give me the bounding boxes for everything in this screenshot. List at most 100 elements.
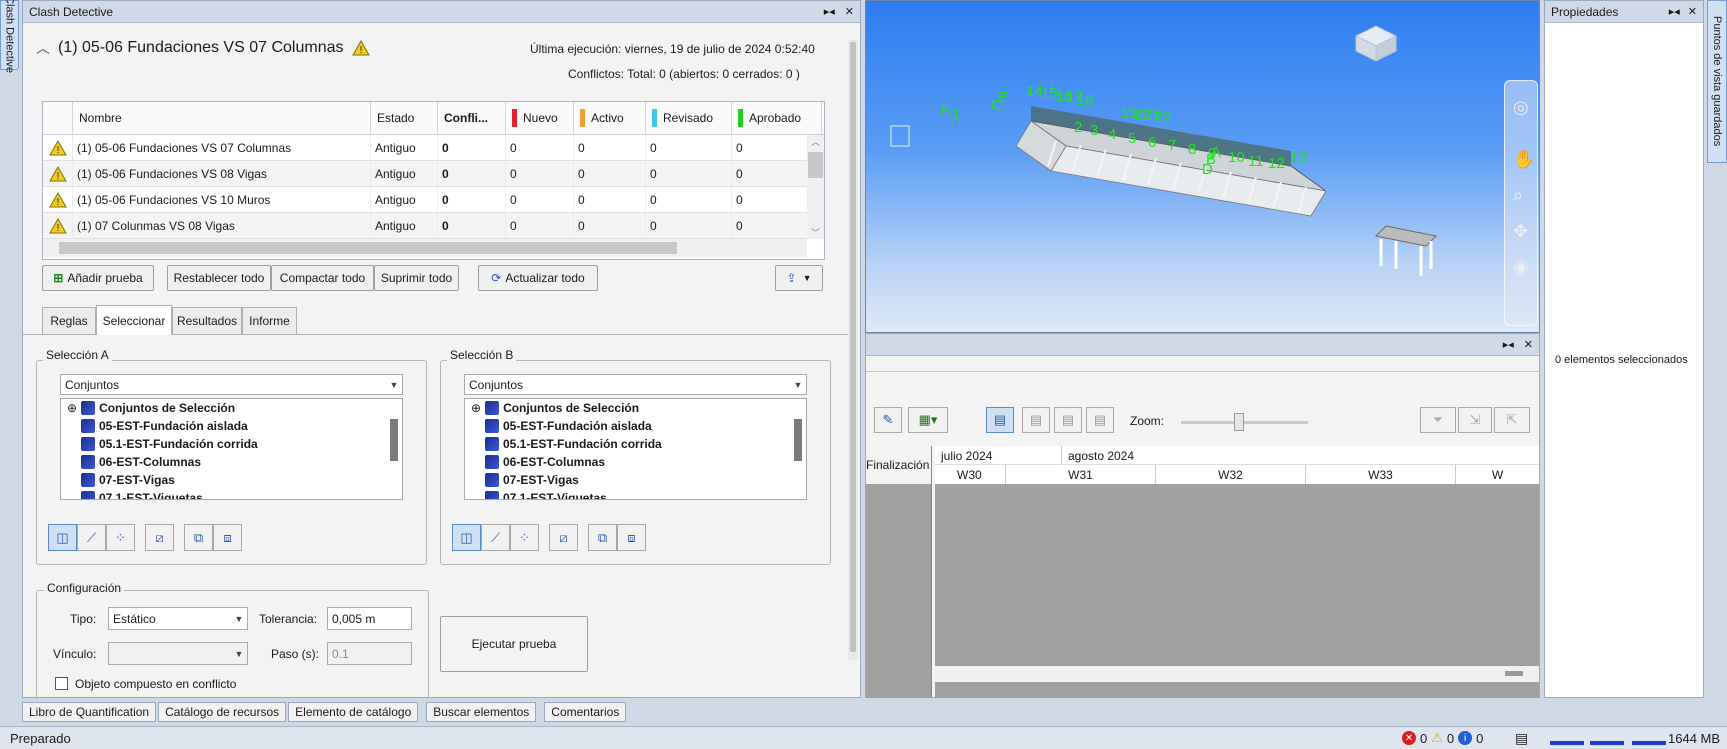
expand-icon[interactable]: ⊕	[471, 401, 481, 415]
col-nuevo[interactable]: Nuevo	[506, 102, 574, 134]
tree-item[interactable]: 07-EST-Vigas	[61, 471, 402, 489]
reset-all-button[interactable]: Restablecer todo	[167, 265, 271, 291]
columns-dropdown-icon[interactable]: ▦▾	[908, 407, 948, 433]
gantt-hscrollbar[interactable]	[935, 666, 1539, 682]
delete-all-button[interactable]: Suprimir todo	[374, 265, 459, 291]
vinculo-select[interactable]: ▼	[108, 642, 248, 665]
export-icon[interactable]: ⇱	[1494, 407, 1530, 433]
pin-icon[interactable]: ▸◂	[1503, 338, 1514, 351]
selection-a-combo[interactable]: Conjuntos ▼	[60, 374, 403, 395]
select-in-scene-icon[interactable]: ⧈	[213, 524, 242, 551]
tree-root[interactable]: ⊕ Conjuntos de Selección	[61, 399, 402, 417]
tab-informe[interactable]: Informe	[242, 307, 297, 334]
lines-icon[interactable]: ⟋	[77, 524, 106, 551]
col-nombre[interactable]: Nombre	[73, 102, 371, 134]
select-in-scene-icon[interactable]: ⧈	[617, 524, 646, 551]
lines-icon[interactable]: ⟋	[481, 524, 510, 551]
tab-seleccionar[interactable]: Seleccionar	[96, 305, 172, 335]
sheet-browser-icon[interactable]: ▤	[1515, 730, 1528, 747]
tab-catalog-item[interactable]: Elemento de catálogo	[288, 702, 419, 722]
composite-checkbox[interactable]	[55, 677, 68, 690]
surfaces-icon[interactable]: ◫	[48, 524, 77, 551]
tab-resource-catalog[interactable]: Catálogo de recursos	[158, 702, 287, 722]
tree-item[interactable]: 07-EST-Vigas	[465, 471, 806, 489]
tab-quantification[interactable]: Libro de Quantification	[22, 702, 157, 722]
import-icon[interactable]: ⇲	[1458, 407, 1492, 433]
tree-item[interactable]: 07.1-EST-Viguetas	[61, 489, 402, 499]
table-row[interactable]: ! (1) 05-06 Fundaciones VS 07 Columnas Ant…	[43, 135, 824, 161]
clash-detective-side-tab[interactable]: Clash Detective	[0, 0, 19, 74]
pin-icon[interactable]: ▸◂	[824, 5, 835, 18]
viewcube-icon[interactable]	[1354, 25, 1398, 62]
tree-item[interactable]: 05-EST-Fundación aislada	[61, 417, 402, 435]
points-icon[interactable]: ⁘	[510, 524, 539, 551]
selection-set-icon	[81, 437, 95, 451]
grid-vscrollbar[interactable]: ︿ ﹀	[807, 135, 824, 239]
expand-icon[interactable]: ⊕	[67, 401, 77, 415]
tree-root[interactable]: ⊕ Conjuntos de Selección	[465, 399, 806, 417]
use-current-selection-icon[interactable]: ⧉	[588, 524, 617, 551]
finalizacion-column-header[interactable]: Finalización	[866, 446, 931, 484]
tree-item[interactable]: 06-EST-Columnas	[61, 453, 402, 471]
compact-all-button[interactable]: Compactar todo	[271, 265, 374, 291]
use-current-selection-icon[interactable]: ⧉	[184, 524, 213, 551]
pin-icon[interactable]: ▸◂	[1669, 5, 1680, 18]
col-activo[interactable]: Activo	[574, 102, 646, 134]
tab-find-items[interactable]: Buscar elementos	[426, 702, 537, 722]
table-row[interactable]: ! (1) 07 Colunmas VS 08 Vigas Antiguo 0 0 0 0 0	[43, 213, 824, 239]
gantt-planned-actual-icon[interactable]: ▤	[1086, 407, 1114, 433]
col-revisado[interactable]: Revisado	[646, 102, 732, 134]
tolerancia-input[interactable]: 0,005 m	[327, 607, 412, 630]
paso-input[interactable]: 0.1	[327, 642, 412, 665]
close-icon[interactable]: ✕	[845, 5, 854, 18]
tree-item[interactable]: 07.1-EST-Viguetas	[465, 489, 806, 499]
orbit-icon[interactable]: ✥	[1513, 221, 1528, 242]
gantt-actual-icon[interactable]: ▤	[1054, 407, 1082, 433]
col-aprobado[interactable]: Aprobado	[732, 102, 822, 134]
collapse-chevron-icon[interactable]: ︿	[36, 38, 50, 58]
col-conflictos[interactable]: Confli...	[438, 102, 506, 134]
pan-icon[interactable]: ✋	[1513, 149, 1535, 170]
warning-icon[interactable]: ⚠	[1431, 730, 1443, 746]
zoom-slider-thumb[interactable]	[1233, 413, 1244, 431]
tree-scrollbar[interactable]	[794, 419, 802, 461]
look-icon[interactable]: ◉	[1513, 257, 1529, 278]
tree-scrollbar[interactable]	[390, 419, 398, 461]
tree-item[interactable]: 05-EST-Fundación aislada	[465, 417, 806, 435]
col-estado[interactable]: Estado	[371, 102, 438, 134]
tab-comments[interactable]: Comentarios	[544, 702, 627, 722]
filter-icon[interactable]: ⏷	[1420, 407, 1456, 433]
add-test-button[interactable]: ⊞ Añadir prueba	[42, 265, 154, 291]
close-icon[interactable]: ✕	[1688, 5, 1697, 18]
steering-wheel-icon[interactable]: ◎	[1513, 97, 1529, 118]
selection-b-combo[interactable]: Conjuntos ▼	[464, 374, 807, 395]
close-icon[interactable]: ✕	[1524, 338, 1533, 351]
3d-viewport[interactable]: K J 2 3 4 5 6 7 8 9 10 11 12 13 14 15 16 17 18 19 20 21 22 A B C D…	[865, 0, 1540, 333]
table-row[interactable]: ! (1) 05-06 Fundaciones VS 10 Muros Antigu…	[43, 187, 824, 213]
points-icon[interactable]: ⁘	[106, 524, 135, 551]
grid-hscrollbar[interactable]	[43, 239, 807, 257]
gantt-view-icon[interactable]: ▤	[986, 407, 1014, 433]
run-test-button[interactable]: Ejecutar prueba	[440, 616, 588, 672]
table-row[interactable]: ! (1) 05-06 Fundaciones VS 08 Vigas Antigu…	[43, 161, 824, 187]
self-intersect-icon[interactable]: ⧄	[549, 524, 578, 551]
panel-scrollbar[interactable]	[848, 40, 858, 660]
saved-viewpoints-side-tab[interactable]: Puntos de vista guardados	[1707, 0, 1727, 163]
tab-reglas[interactable]: Reglas	[42, 307, 96, 334]
tree-item[interactable]: 05.1-EST-Fundación corrida	[61, 435, 402, 453]
tree-item[interactable]: 05.1-EST-Fundación corrida	[465, 435, 806, 453]
comment-icon[interactable]: ✎	[874, 407, 902, 433]
zoom-slider[interactable]	[1181, 413, 1308, 431]
zoom-window-icon[interactable]: ⌕	[1513, 185, 1523, 206]
self-intersect-icon[interactable]: ⧄	[145, 524, 174, 551]
update-all-button[interactable]: ⟳ Actualizar todo	[478, 265, 598, 291]
gantt-planned-icon[interactable]: ▤	[1022, 407, 1050, 433]
export-dropdown-button[interactable]: ⇪ ▼	[775, 265, 823, 291]
tipo-select[interactable]: Estático ▼	[108, 607, 248, 630]
surfaces-icon[interactable]: ◫	[452, 524, 481, 551]
tree-item[interactable]: 06-EST-Columnas	[465, 453, 806, 471]
tab-resultados[interactable]: Resultados	[172, 307, 242, 334]
info-icon[interactable]: i	[1458, 731, 1473, 745]
error-icon[interactable]: ✕	[1402, 731, 1416, 745]
panel-titlebar: Clash Detective ▸◂ ✕	[23, 1, 860, 23]
